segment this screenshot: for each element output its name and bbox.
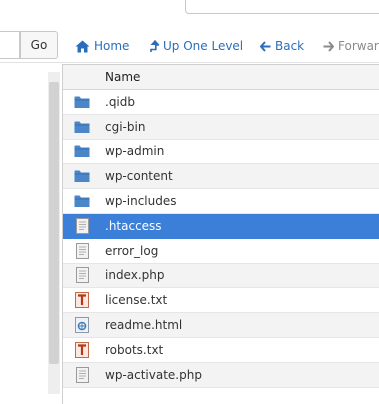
html-file-icon — [74, 317, 90, 334]
text-file-icon — [74, 242, 90, 259]
file-row[interactable]: .qidb — [63, 90, 379, 115]
folder-icon — [74, 94, 90, 110]
home-label: Home — [94, 39, 130, 53]
file-name: cgi-bin — [105, 119, 146, 134]
file-name: wp-activate.php — [105, 367, 202, 382]
file-row[interactable]: wp-admin — [63, 140, 379, 165]
folder-icon — [74, 119, 90, 135]
forward-label: Forward — [338, 39, 379, 53]
text-file-icon — [74, 267, 90, 284]
back-button[interactable]: Back — [260, 38, 304, 54]
toolbar-divider — [0, 62, 379, 63]
tree-scrollbar-thumb[interactable] — [49, 82, 59, 364]
column-header-name[interactable]: Name — [105, 70, 140, 84]
file-name: index.php — [105, 268, 165, 283]
text-document-icon — [74, 292, 90, 309]
top-search-field[interactable] — [185, 0, 379, 14]
file-row[interactable]: .htaccess — [63, 213, 379, 239]
file-row[interactable]: wp-includes — [63, 189, 379, 214]
file-name: readme.html — [105, 318, 183, 333]
forward-button[interactable]: Forward — [323, 38, 379, 54]
file-row[interactable]: wp-content — [63, 164, 379, 190]
file-rows: .qidb cgi-bin wp-admin wp-content wp-include… — [63, 90, 379, 388]
file-row[interactable]: error_log — [63, 239, 379, 264]
file-name: robots.txt — [105, 342, 164, 357]
file-name: .htaccess — [105, 218, 162, 233]
back-label: Back — [275, 39, 305, 53]
arrow-left-icon — [260, 40, 271, 52]
file-row[interactable]: robots.txt — [63, 338, 379, 363]
file-row[interactable]: index.php — [63, 263, 379, 289]
file-name: wp-includes — [105, 194, 177, 209]
up-one-level-button[interactable]: Up One Level — [150, 38, 243, 54]
file-name: wp-admin — [105, 144, 165, 159]
file-row[interactable]: readme.html — [63, 313, 379, 338]
text-file-icon — [74, 366, 90, 383]
folder-icon — [74, 168, 90, 184]
home-icon — [75, 40, 90, 53]
file-row[interactable]: wp-activate.php — [63, 362, 379, 388]
arrow-right-icon — [323, 40, 334, 52]
go-button[interactable]: Go — [20, 31, 58, 59]
file-list-table: Name .qidb cgi-bin wp-admin wp-content wp-in… — [62, 64, 379, 404]
folder-icon — [74, 193, 90, 209]
table-header: Name — [63, 65, 379, 90]
text-document-icon — [74, 341, 90, 358]
file-row[interactable]: cgi-bin — [63, 114, 379, 140]
text-file-icon — [74, 217, 90, 234]
file-row[interactable]: license.txt — [63, 288, 379, 314]
file-name: .qidb — [105, 94, 135, 109]
file-name: license.txt — [105, 293, 168, 308]
folder-icon — [74, 143, 90, 159]
level-up-icon — [150, 39, 159, 53]
home-button[interactable]: Home — [75, 38, 129, 54]
path-input[interactable] — [0, 31, 20, 59]
file-name: error_log — [105, 243, 159, 258]
file-name: wp-content — [105, 169, 173, 184]
up-one-level-label: Up One Level — [163, 39, 244, 53]
